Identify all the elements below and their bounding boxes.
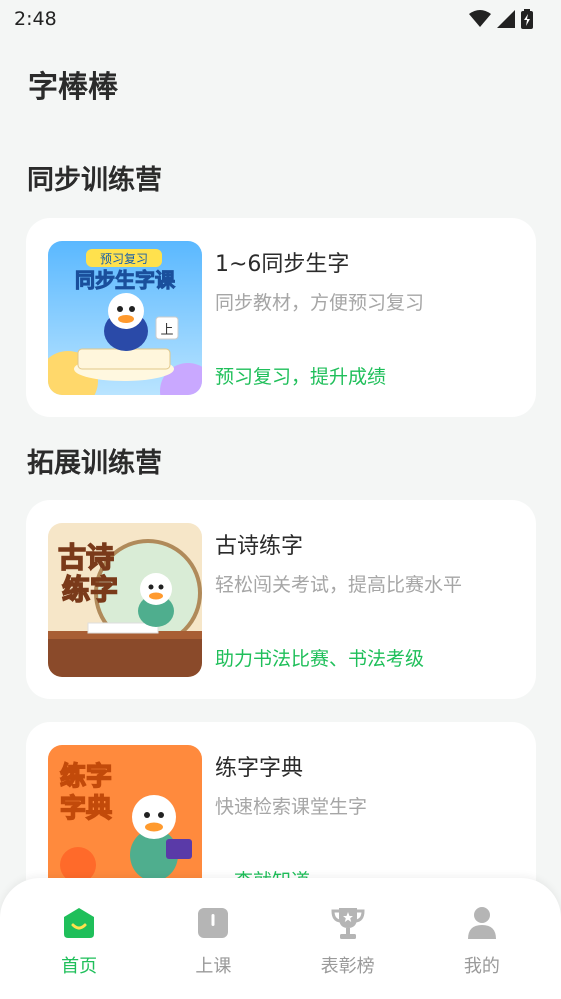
status-icons bbox=[469, 9, 533, 29]
card-subtitle: 快速检索课堂生字 bbox=[215, 796, 368, 818]
card-subtitle: 轻松闯关考试，提高比赛水平 bbox=[215, 574, 463, 596]
home-icon bbox=[60, 904, 98, 942]
thumb-text-2: 练字 bbox=[62, 573, 118, 606]
signal-icon bbox=[497, 10, 515, 28]
tab-label: 表彰榜 bbox=[320, 956, 375, 977]
thumb-text-2: 字典 bbox=[60, 793, 112, 824]
card-subtitle: 同步教材，方便预习复习 bbox=[215, 292, 425, 314]
card-title: 古诗练字 bbox=[215, 534, 304, 559]
tab-label: 我的 bbox=[463, 956, 500, 977]
thumb-text-1: 古诗 bbox=[58, 541, 114, 574]
card-title: 练字字典 bbox=[215, 756, 304, 781]
card-tag: 预习复习，提升成绩 bbox=[215, 366, 387, 388]
tab-label: 上课 bbox=[195, 956, 232, 977]
thumb-title: 同步生字课 bbox=[75, 268, 176, 292]
app-title: 字棒棒 bbox=[28, 70, 118, 105]
thumb-badge: 预习复习 bbox=[100, 252, 148, 266]
thumb-text-1: 练字 bbox=[60, 761, 112, 792]
person-icon bbox=[463, 904, 501, 942]
tab-lessons[interactable]: 上课 bbox=[158, 878, 268, 999]
trophy-icon bbox=[329, 904, 367, 942]
bottom-tab-bar: 首页 上课 表彰榜 我的 bbox=[0, 878, 561, 999]
card-title: 1~6同步生字 bbox=[215, 252, 350, 277]
book-icon bbox=[194, 904, 232, 942]
card-tag: 助力书法比赛、书法考级 bbox=[215, 648, 425, 670]
course-card-poetry-writing[interactable]: 古诗 练字 古诗练字 轻松闯关考试，提高比赛水平 助力书法比赛、书法考级 bbox=[26, 500, 536, 699]
tab-profile[interactable]: 我的 bbox=[427, 878, 537, 999]
course-thumbnail: 练字 字典 bbox=[48, 745, 202, 899]
thumb-char: 上 bbox=[160, 323, 173, 338]
tab-home[interactable]: 首页 bbox=[24, 878, 134, 999]
wifi-icon bbox=[469, 10, 491, 28]
course-thumbnail: 预习复习 同步生字课 上 bbox=[48, 241, 202, 395]
battery-icon bbox=[521, 9, 533, 29]
status-bar: 2:48 bbox=[0, 0, 561, 38]
course-card-sync-characters[interactable]: 预习复习 同步生字课 上 1~6同步生字 同步教材，方便预习复习 预习复习，提升… bbox=[26, 218, 536, 417]
course-thumbnail: 古诗 练字 bbox=[48, 523, 202, 677]
section-title-extended: 拓展训练营 bbox=[27, 448, 162, 479]
tab-label: 首页 bbox=[61, 956, 98, 977]
status-time: 2:48 bbox=[14, 8, 57, 30]
section-title-sync: 同步训练营 bbox=[27, 165, 162, 196]
tab-leaderboard[interactable]: 表彰榜 bbox=[293, 878, 403, 999]
